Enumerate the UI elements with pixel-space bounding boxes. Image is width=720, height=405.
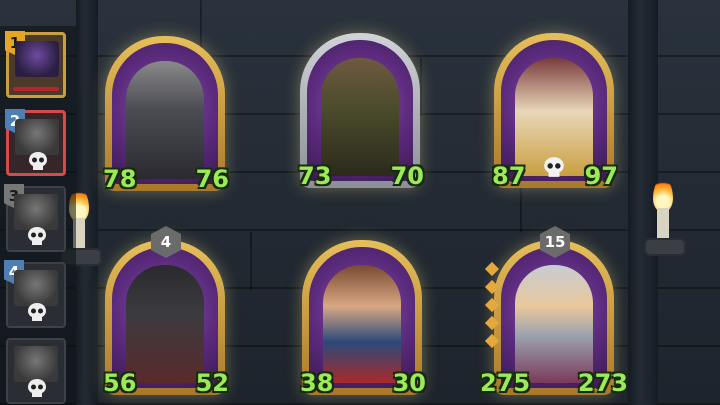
gunslinger-figure <box>321 58 399 176</box>
hero-card-ogre-brute[interactable]: 87 97 <box>492 33 618 196</box>
skull-icon <box>29 152 47 170</box>
wolf-portrait <box>14 346 58 382</box>
health-value: 70 <box>390 162 424 190</box>
diamond-icon <box>484 279 500 295</box>
card-art-background <box>112 247 218 388</box>
health-value: 76 <box>195 165 229 193</box>
brick-line <box>420 58 422 116</box>
attack-stat: 275 <box>480 369 531 403</box>
hero-card-caped-hero[interactable]: 38 30 <box>300 240 426 403</box>
shield-bearer-figure <box>126 265 204 383</box>
hooded-portrait <box>14 270 58 306</box>
health-stat: 30 <box>392 369 426 403</box>
turn-order-bar: 1 2 3 4 <box>0 26 76 405</box>
health-stat: 76 <box>195 165 229 199</box>
turn-slot-4[interactable]: 4 <box>4 260 66 328</box>
purple-bat-portrait-icon <box>15 41 59 77</box>
skull-icon <box>28 303 46 321</box>
health-stat: 70 <box>390 162 424 196</box>
attack-value: 38 <box>300 369 334 397</box>
turn-slot-1[interactable]: 1 <box>5 31 66 98</box>
candle-holder <box>644 238 686 256</box>
bat-portrait <box>15 119 59 155</box>
diamond-icon <box>484 297 500 313</box>
caped-hero-figure <box>323 265 401 383</box>
attack-stat: 87 <box>492 162 526 196</box>
attack-value: 56 <box>103 369 137 397</box>
diamond-icon <box>484 315 500 331</box>
turn-slot-2[interactable]: 2 <box>5 109 66 176</box>
attack-value: 87 <box>492 162 526 190</box>
skull-icon <box>28 379 46 397</box>
card-art-background <box>307 40 413 181</box>
attack-stat: 56 <box>103 369 137 403</box>
attack-value: 78 <box>103 165 137 193</box>
health-stat: 52 <box>195 369 229 403</box>
flame-icon <box>653 178 673 212</box>
diamond-icon <box>484 333 500 349</box>
health-stat: 97 <box>584 162 618 196</box>
card-art-background <box>112 43 218 184</box>
health-value: 52 <box>195 369 229 397</box>
hero-card-valkyrie[interactable]: 15 275 273 <box>480 226 628 403</box>
valkyrie-figure <box>515 265 593 383</box>
health-bar <box>13 87 59 91</box>
attack-value: 275 <box>480 369 531 397</box>
diamond-icon <box>484 261 500 277</box>
hero-card-gunslinger[interactable]: 73 70 <box>298 33 424 196</box>
health-value: 97 <box>584 162 618 190</box>
turn-slot-5[interactable] <box>6 338 66 404</box>
health-stat: 273 <box>577 369 628 403</box>
brick-line <box>250 232 252 290</box>
card-art-background <box>309 247 415 388</box>
deer-portrait <box>14 194 58 230</box>
attack-stat: 38 <box>300 369 334 403</box>
card-art-background <box>501 247 607 388</box>
turn-slot-3[interactable]: 3 <box>4 184 66 252</box>
skull-icon <box>544 157 564 177</box>
hero-card-crusader-knight[interactable]: 78 76 <box>103 36 229 199</box>
crusader-knight-figure <box>126 61 204 179</box>
skull-icon <box>28 227 46 245</box>
candle <box>657 208 669 242</box>
attack-stat: 73 <box>298 162 332 196</box>
attack-value: 73 <box>298 162 332 190</box>
health-value: 30 <box>392 369 426 397</box>
rank-diamonds <box>484 261 500 354</box>
health-value: 273 <box>577 369 628 397</box>
hero-card-shield-bearer[interactable]: 4 56 52 <box>103 226 229 403</box>
attack-stat: 78 <box>103 165 137 199</box>
